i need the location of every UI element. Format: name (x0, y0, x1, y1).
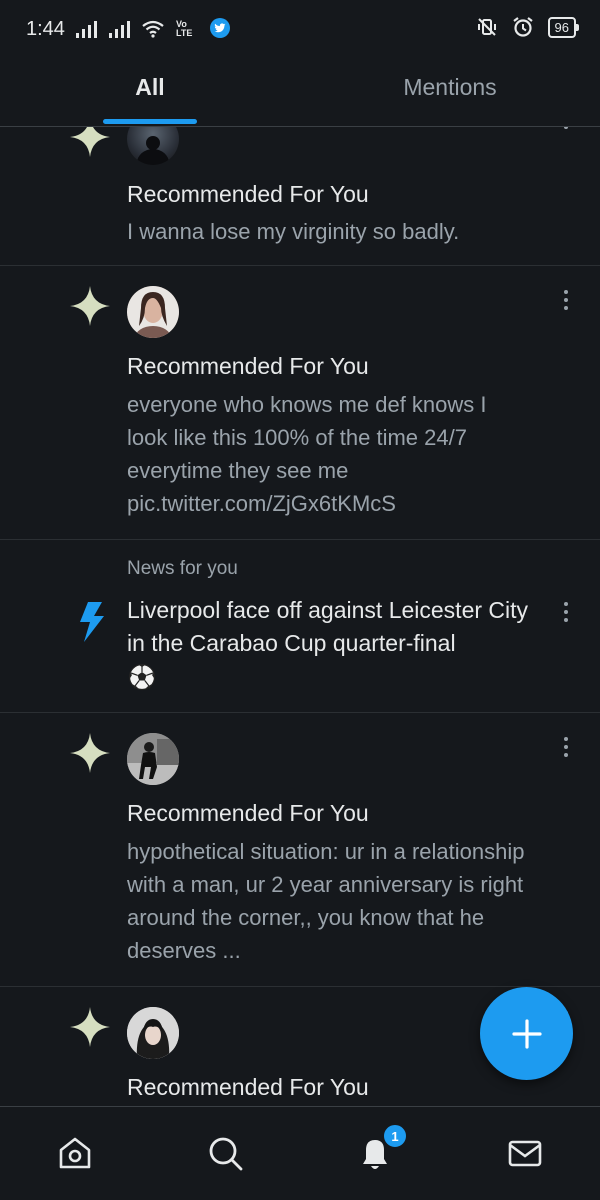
home-icon[interactable] (55, 1133, 95, 1173)
notification-tabs: All Mentions (0, 60, 600, 127)
item-title: Recommended For You (127, 181, 369, 207)
avatar[interactable] (127, 127, 179, 165)
more-options-button[interactable] (560, 127, 572, 133)
search-icon[interactable] (205, 1133, 245, 1173)
tab-all[interactable]: All (0, 74, 300, 101)
avatar[interactable] (127, 1007, 179, 1059)
item-body: I wanna lose my virginity so badly. (127, 219, 460, 244)
messages-icon[interactable] (505, 1133, 545, 1173)
status-left-icons: Vo LTE (76, 18, 230, 38)
sparkle-icon (70, 733, 110, 773)
status-bar: 1:44 Vo LTE 96 (0, 0, 600, 60)
signal-icon (109, 20, 130, 38)
news-headline: Liverpool face off against Leicester Cit… (127, 597, 529, 656)
battery-icon: 96 (547, 16, 580, 38)
news-item[interactable]: News for you Liverpool face off against … (0, 539, 600, 713)
soccer-ball-icon (128, 663, 156, 691)
item-title: Recommended For You (127, 800, 369, 826)
notification-count-badge: 1 (382, 1123, 408, 1149)
wifi-icon (142, 20, 164, 38)
news-label: News for you (127, 558, 238, 579)
alarm-icon (512, 17, 533, 37)
twitter-notification-icon (210, 18, 230, 38)
more-options-button[interactable] (560, 602, 572, 626)
more-options-button[interactable] (560, 737, 572, 761)
sparkle-icon (70, 1007, 110, 1047)
signal-icon (76, 20, 97, 38)
status-time: 1:44 (26, 18, 65, 40)
compose-button[interactable] (480, 987, 573, 1080)
item-body: hypothetical situation: ur in a relation… (127, 839, 525, 963)
notifications-screen: 1:44 Vo LTE 96 All Mentions Recommended (0, 0, 600, 1200)
status-right-icons: 96 (476, 16, 580, 38)
more-options-button[interactable] (560, 290, 572, 314)
lightning-icon (80, 602, 104, 642)
plus-icon (511, 1018, 542, 1049)
item-title: Recommended For You (127, 353, 369, 379)
notification-feed[interactable]: Recommended For You I wanna lose my virg… (0, 127, 600, 1107)
vibrate-off-icon (477, 18, 496, 36)
item-title: Recommended For You (127, 1074, 369, 1100)
sparkle-icon (70, 127, 110, 157)
avatar[interactable] (127, 286, 179, 338)
sparkle-icon (70, 286, 110, 326)
tab-mentions[interactable]: Mentions (300, 74, 600, 101)
item-body: everyone who knows me def knows I look l… (127, 392, 487, 516)
active-tab-indicator (103, 119, 197, 124)
list-item[interactable]: Recommended For You hypothetical situati… (0, 712, 600, 987)
list-item[interactable]: Recommended For You everyone who knows m… (0, 265, 600, 540)
bottom-navigation: 1 (0, 1106, 600, 1200)
avatar[interactable] (127, 733, 179, 785)
list-item[interactable]: Recommended For You I wanna lose my virg… (0, 127, 600, 266)
volte-indicator: Vo LTE (176, 19, 193, 38)
